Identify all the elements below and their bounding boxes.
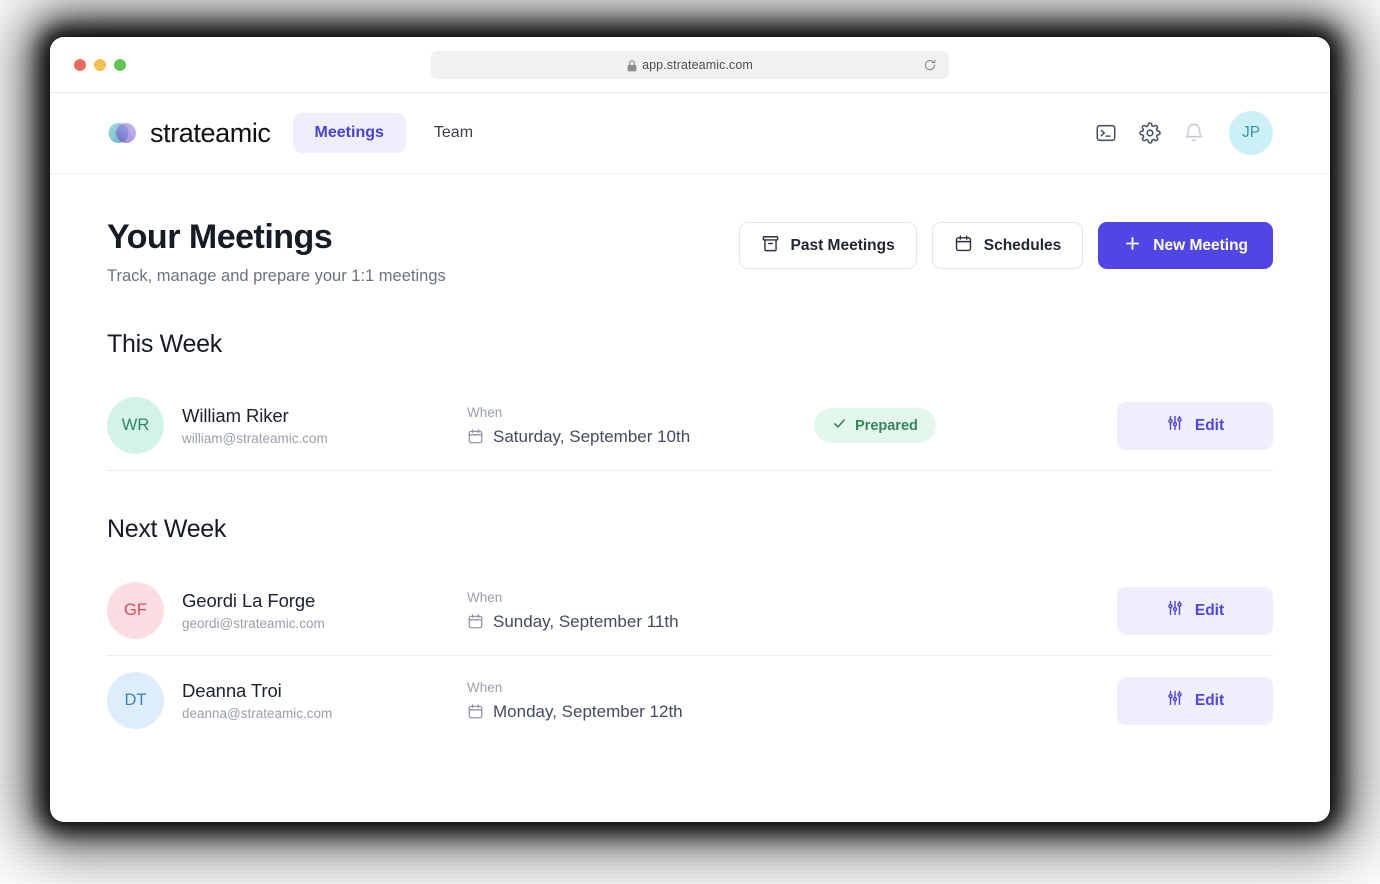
section-title: Next Week: [107, 515, 227, 544]
avatar[interactable]: JP: [1229, 111, 1273, 155]
page-title-block: Your Meetings Track, manage and prepare …: [107, 218, 446, 286]
page-header-row: Your Meetings Track, manage and prepare …: [107, 218, 1273, 286]
when-value-wrap: Monday, September 12th: [467, 702, 812, 722]
app-header: strateamic Meetings Team JP: [50, 93, 1330, 174]
person-info: Deanna Troi deanna@strateamic.com: [182, 680, 332, 721]
past-meetings-label: Past Meetings: [790, 236, 895, 254]
brand-logo[interactable]: strateamic: [107, 118, 271, 149]
check-icon: [832, 416, 847, 435]
when-cell: When Saturday, September 10th: [467, 405, 812, 447]
person-email: deanna@strateamic.com: [182, 706, 333, 722]
archive-icon: [761, 234, 780, 258]
when-label: When: [467, 679, 503, 695]
action-cell: Edit: [1117, 401, 1273, 450]
when-label: When: [467, 404, 503, 420]
when-label: When: [467, 589, 503, 605]
when-value-wrap: Sunday, September 11th: [467, 612, 812, 632]
action-cell: Edit: [1117, 586, 1273, 635]
when-value-wrap: Saturday, September 10th: [467, 427, 812, 447]
sliders-icon: [1166, 599, 1184, 622]
close-window-button[interactable]: [74, 58, 86, 71]
edit-button[interactable]: Edit: [1117, 676, 1273, 725]
bell-icon[interactable]: [1183, 122, 1205, 144]
maximize-window-button[interactable]: [114, 58, 126, 71]
address-bar[interactable]: app.strateamic.com: [431, 50, 949, 79]
status-badge: Prepared: [814, 408, 936, 444]
when-value: Saturday, September 10th: [493, 426, 691, 446]
sliders-icon: [1166, 689, 1184, 712]
section-title: This Week: [107, 330, 222, 359]
calendar-icon: [467, 428, 484, 445]
section-next-week: Next Week GF Geordi La Forge geordi@stra…: [107, 515, 1273, 745]
edit-label: Edit: [1194, 416, 1225, 434]
person-info: Geordi La Forge geordi@strateamic.com: [182, 590, 325, 631]
person-name: Deanna Troi: [182, 680, 282, 702]
calendar-icon: [467, 613, 484, 630]
person-email: william@strateamic.com: [182, 431, 328, 447]
page-title: Your Meetings: [107, 218, 333, 256]
main-nav: Meetings Team: [292, 113, 495, 153]
person-name: William Riker: [182, 405, 289, 427]
person-name: Geordi La Forge: [182, 590, 316, 612]
when-cell: When Sunday, September 11th: [467, 590, 812, 632]
page-subtitle: Track, manage and prepare your 1:1 meeti…: [107, 267, 446, 286]
when-value: Monday, September 12th: [493, 701, 683, 721]
header-actions: JP: [1095, 111, 1273, 155]
new-meeting-label: New Meeting: [1153, 236, 1248, 254]
plus-icon: [1123, 234, 1142, 258]
edit-label: Edit: [1194, 601, 1225, 619]
calendar-icon: [467, 703, 484, 720]
edit-label: Edit: [1194, 691, 1225, 709]
action-cell: Edit: [1117, 676, 1273, 725]
browser-window: app.strateamic.com strateamic Meetings T…: [50, 37, 1330, 822]
person-cell: DT Deanna Troi deanna@strateamic.com: [107, 672, 467, 730]
avatar: WR: [107, 397, 164, 455]
window-controls: [74, 58, 126, 71]
page-header-actions: Past Meetings Schedules New Meeting: [738, 218, 1273, 269]
lock-icon: [627, 59, 637, 72]
person-cell: GF Geordi La Forge geordi@strateamic.com: [107, 582, 467, 640]
tab-meetings[interactable]: Meetings: [292, 113, 406, 153]
gear-icon[interactable]: [1139, 122, 1161, 144]
strateamic-logo-icon: [107, 118, 137, 148]
url-text: app.strateamic.com: [642, 57, 753, 72]
past-meetings-button[interactable]: Past Meetings: [738, 222, 917, 269]
terminal-icon[interactable]: [1095, 122, 1117, 144]
status-label: Prepared: [855, 417, 918, 434]
person-cell: WR William Riker william@strateamic.com: [107, 397, 467, 455]
schedules-button[interactable]: Schedules: [931, 222, 1084, 269]
avatar: GF: [107, 582, 164, 640]
schedules-label: Schedules: [983, 236, 1062, 254]
status-cell: Prepared: [812, 408, 1117, 444]
new-meeting-button[interactable]: New Meeting: [1098, 222, 1273, 269]
when-value: Sunday, September 11th: [493, 611, 679, 631]
edit-button[interactable]: Edit: [1117, 401, 1273, 450]
minimize-window-button[interactable]: [94, 58, 106, 71]
reload-icon[interactable]: [923, 58, 937, 72]
tab-team[interactable]: Team: [412, 113, 495, 153]
edit-button[interactable]: Edit: [1117, 586, 1273, 635]
calendar-icon: [954, 234, 973, 258]
sliders-icon: [1166, 414, 1184, 437]
table-row[interactable]: GF Geordi La Forge geordi@strateamic.com…: [107, 566, 1273, 657]
table-row[interactable]: DT Deanna Troi deanna@strateamic.com Whe…: [107, 656, 1273, 745]
browser-titlebar: app.strateamic.com: [50, 37, 1330, 93]
person-email: geordi@strateamic.com: [182, 616, 325, 632]
when-cell: When Monday, September 12th: [467, 680, 812, 722]
table-row[interactable]: WR William Riker william@strateamic.com …: [107, 381, 1273, 472]
brand-name: strateamic: [150, 117, 271, 148]
person-info: William Riker william@strateamic.com: [182, 405, 328, 446]
avatar: DT: [107, 672, 164, 730]
section-this-week: This Week WR William Riker william@strat…: [107, 330, 1273, 472]
page-body: Your Meetings Track, manage and prepare …: [50, 174, 1330, 745]
